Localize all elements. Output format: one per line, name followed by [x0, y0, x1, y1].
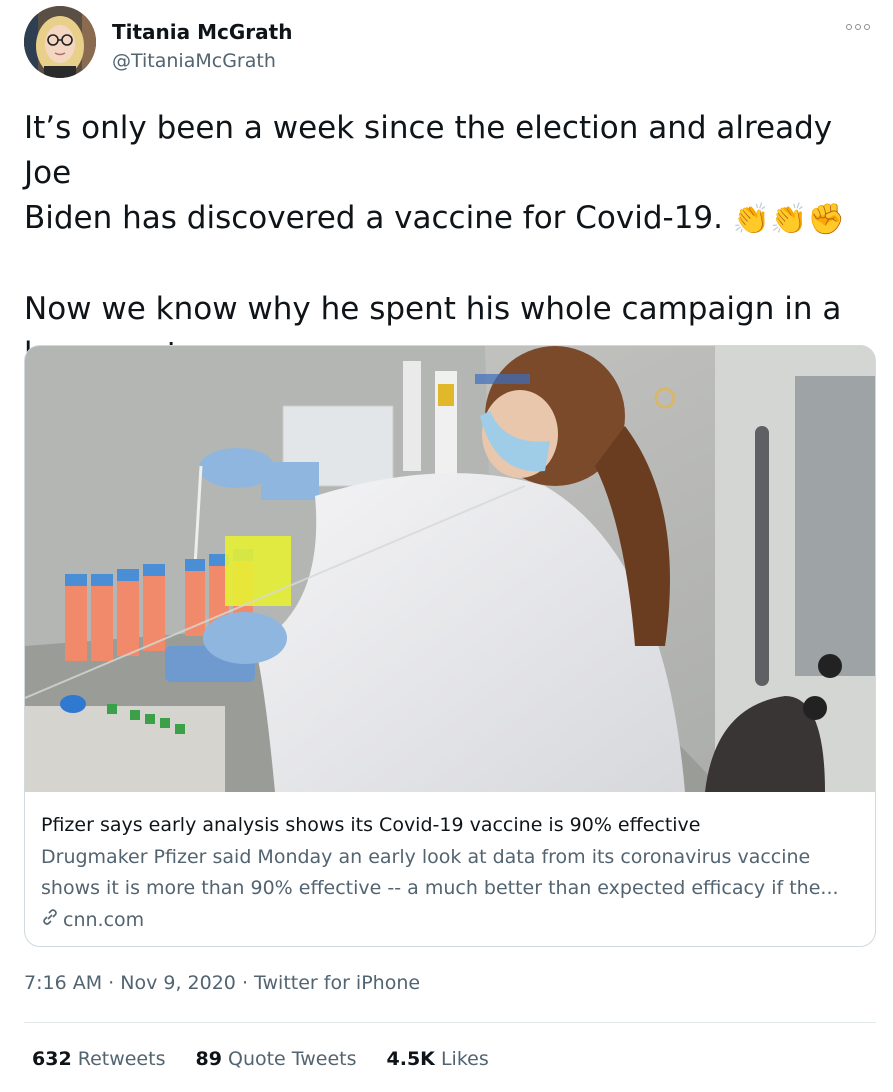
likes-count: 4.5K — [386, 1048, 435, 1070]
tweet-date[interactable]: Nov 9, 2020 — [120, 972, 236, 994]
clapping-hands-icon: 👏 — [732, 202, 771, 237]
tweet-stats: 632 Retweets 89 Quote Tweets 4.5K Likes — [32, 1048, 489, 1070]
link-card[interactable]: Pfizer says early analysis shows its Cov… — [24, 345, 876, 947]
likes-label: Likes — [440, 1048, 489, 1070]
quote-tweets-stat[interactable]: 89 Quote Tweets — [195, 1048, 356, 1070]
retweets-count: 632 — [32, 1048, 72, 1070]
card-domain: cnn.com — [41, 908, 861, 931]
author-name[interactable]: Titania McGrath — [112, 20, 292, 44]
retweets-label: Retweets — [77, 1048, 166, 1070]
divider — [24, 1022, 876, 1023]
tweet-line: Now we know why he spent his whole campa… — [24, 291, 842, 327]
tweet-line: It’s only been a week since the election… — [24, 110, 843, 191]
quote-tweets-count: 89 — [195, 1048, 222, 1070]
separator: · — [241, 972, 248, 994]
tweet-line: Biden has discovered a vaccine for Covid… — [24, 200, 723, 236]
more-options-icon[interactable] — [846, 20, 872, 34]
tweet-header: Titania McGrath @TitaniaMcGrath — [24, 6, 872, 82]
retweets-stat[interactable]: 632 Retweets — [32, 1048, 165, 1070]
tweet-time[interactable]: 7:16 AM — [24, 972, 102, 994]
card-description-line: shows it is more than 90% effective -- a… — [41, 877, 839, 899]
raised-fist-icon: ✊ — [807, 202, 845, 237]
card-body: Pfizer says early analysis shows its Cov… — [41, 812, 861, 931]
tweet-metadata: 7:16 AM · Nov 9, 2020 · Twitter for iPho… — [24, 972, 420, 994]
clapping-hands-icon: 👏 — [770, 202, 808, 237]
separator: · — [108, 972, 115, 994]
author-handle[interactable]: @TitaniaMcGrath — [112, 50, 276, 72]
card-description-line: Drugmaker Pfizer said Monday an early lo… — [41, 846, 811, 868]
link-icon — [41, 908, 59, 931]
quote-tweets-label: Quote Tweets — [227, 1048, 357, 1070]
card-image[interactable] — [25, 346, 875, 792]
tweet-source[interactable]: Twitter for iPhone — [254, 972, 420, 994]
avatar[interactable] — [24, 6, 96, 78]
likes-stat[interactable]: 4.5K Likes — [387, 1048, 489, 1070]
tweet-text: It’s only been a week since the election… — [24, 106, 874, 377]
card-domain-text: cnn.com — [63, 908, 145, 931]
card-description: Drugmaker Pfizer said Monday an early lo… — [41, 842, 861, 904]
card-title: Pfizer says early analysis shows its Cov… — [41, 814, 701, 836]
